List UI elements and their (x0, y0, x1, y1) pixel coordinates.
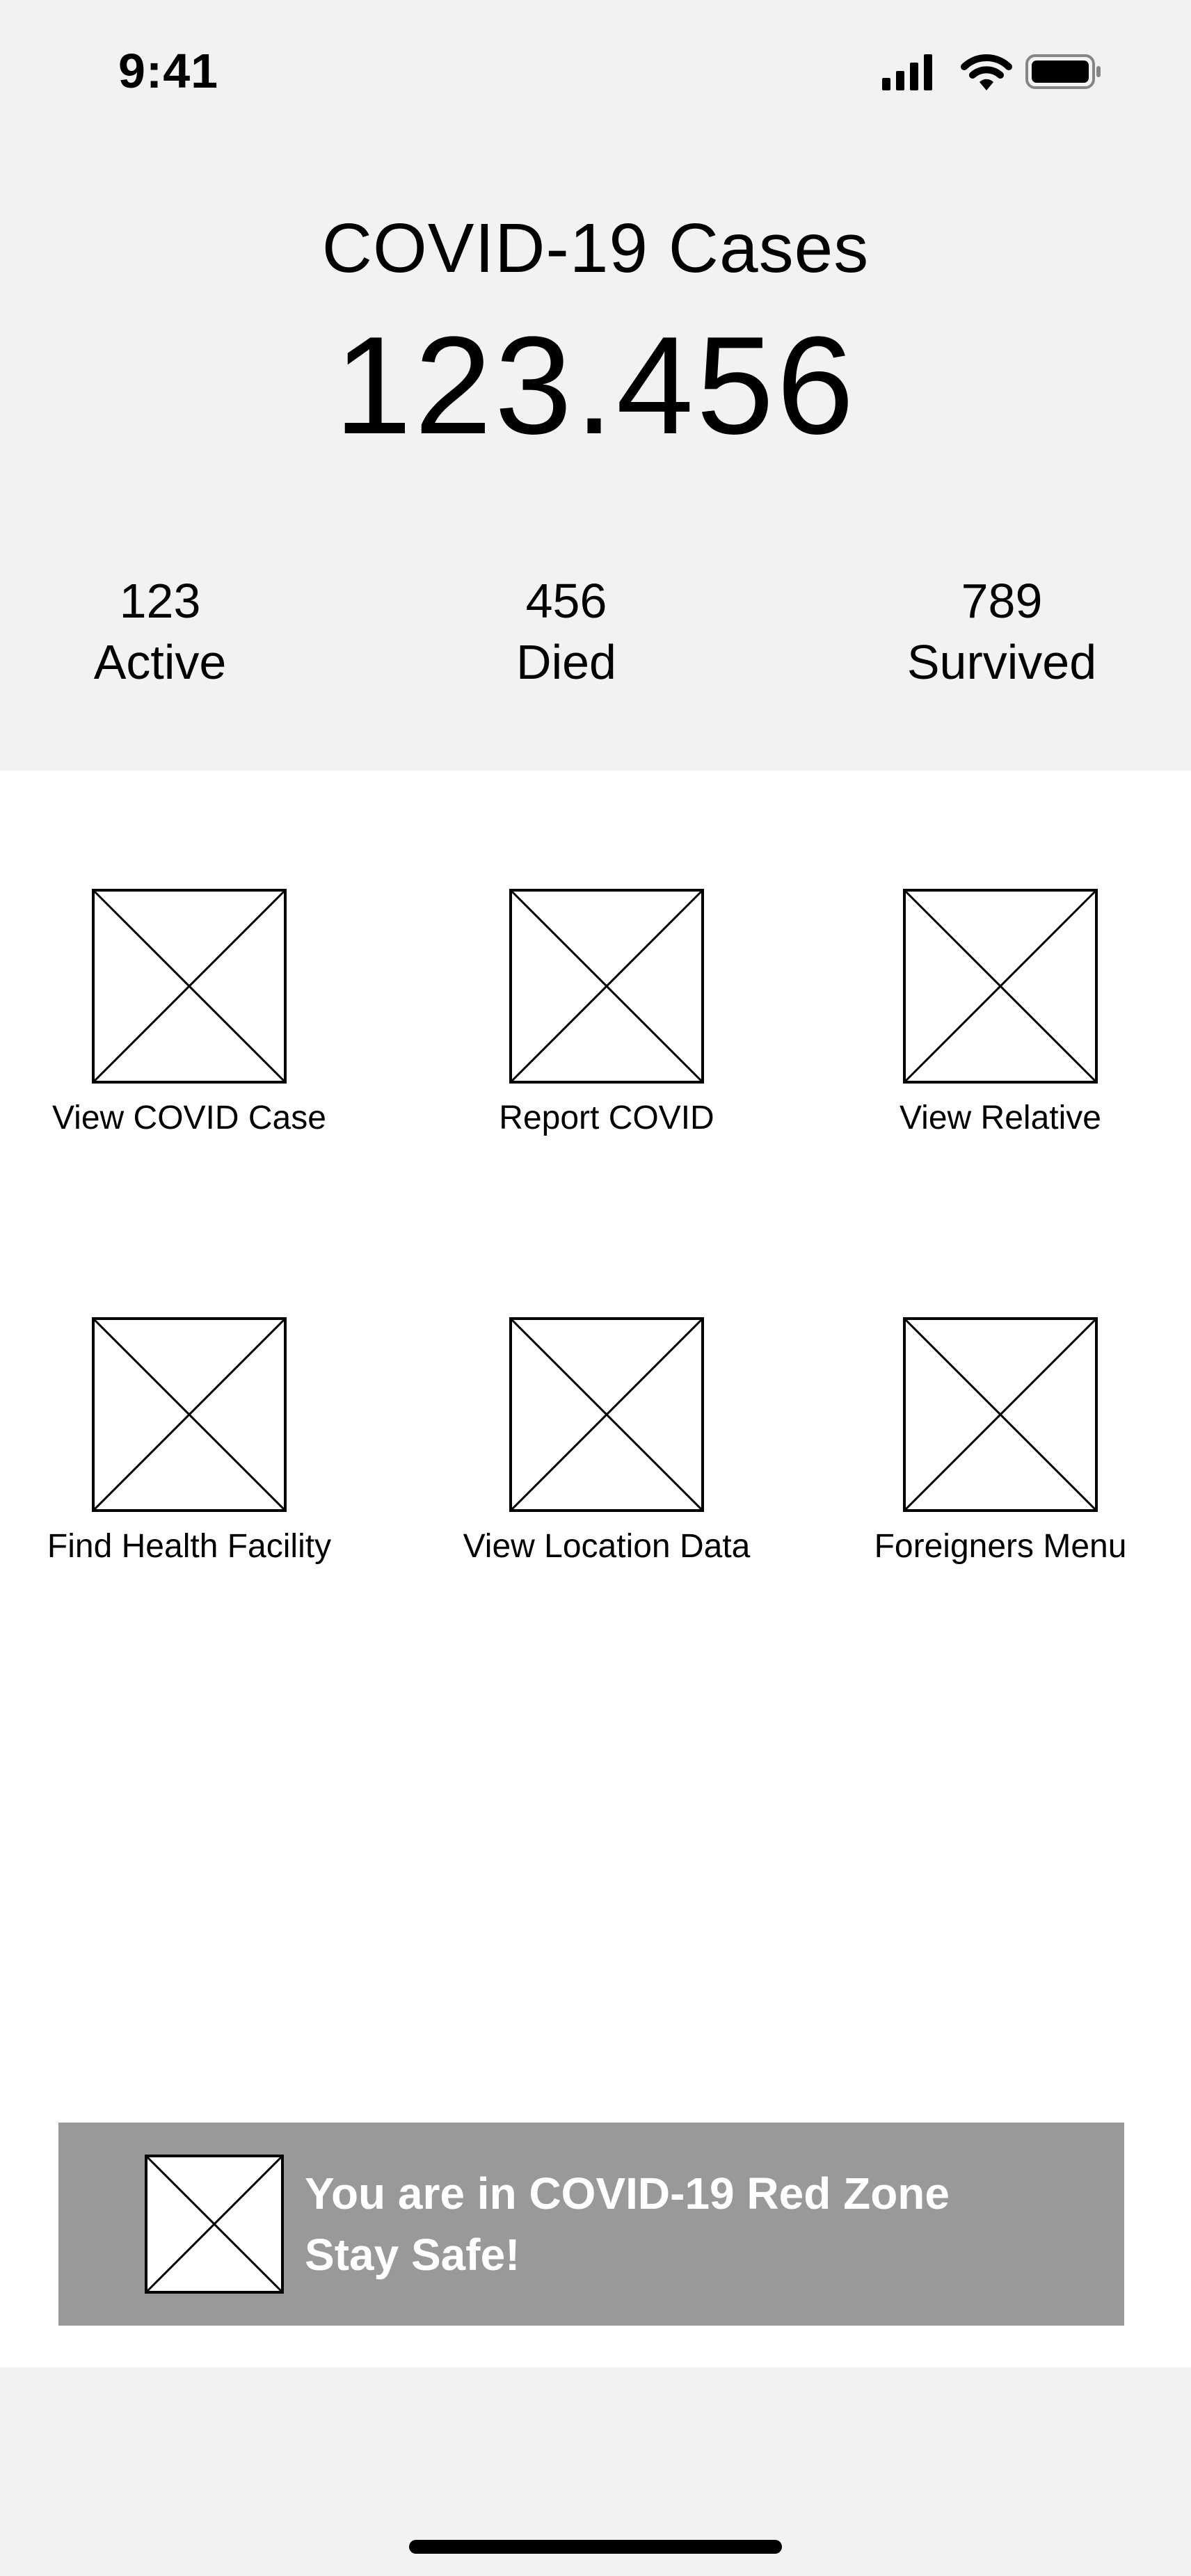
menu-label: View COVID Case (52, 1100, 326, 1136)
battery-icon (1025, 54, 1101, 89)
stat-died: 456 Died (420, 570, 712, 693)
stat-survived: 789 Survived (856, 570, 1148, 693)
menu-label: Foreigners Menu (874, 1528, 1127, 1565)
stat-died-label: Died (516, 635, 616, 689)
menu-view-relative[interactable]: View Relative (833, 889, 1167, 1137)
menu-foreigners-menu[interactable]: Foreigners Menu (833, 1317, 1167, 1565)
cellular-signal-icon (882, 54, 932, 90)
status-bar-icons (882, 54, 1101, 90)
image-placeholder-icon (903, 1317, 1098, 1512)
image-placeholder-icon (145, 2155, 284, 2294)
menu-label: View Relative (900, 1100, 1101, 1136)
cases-title: COVID-19 Cases (321, 209, 870, 287)
image-placeholder-icon (92, 889, 287, 1084)
menu-find-health-facility[interactable]: Find Health Facility (22, 1317, 356, 1565)
menu-report-covid[interactable]: Report COVID (440, 889, 774, 1137)
menu-view-covid-case[interactable]: View COVID Case (22, 889, 356, 1137)
alert-line-zone: You are in COVID-19 Red Zone (305, 2168, 950, 2219)
image-placeholder-icon (92, 1317, 287, 1512)
stat-survived-value: 789 (961, 574, 1043, 628)
menu-label: Find Health Facility (47, 1528, 332, 1565)
alert-message: You are in COVID-19 Red Zone Stay Safe! (305, 2163, 950, 2285)
summary-header: 9:41 COVID-19 Cases 123.456 123 Active 4… (0, 0, 1191, 771)
menu-view-location-data[interactable]: View Location Data (440, 1317, 774, 1565)
alert-line-stay-safe: Stay Safe! (305, 2230, 520, 2280)
image-placeholder-icon (903, 889, 1098, 1084)
image-placeholder-icon (509, 1317, 704, 1512)
stat-active-value: 123 (119, 574, 201, 628)
stat-died-value: 456 (525, 574, 607, 628)
app-screen: 9:41 COVID-19 Cases 123.456 123 Active 4… (0, 0, 1191, 2576)
stat-active-label: Active (93, 635, 227, 689)
cases-total-count: 123.456 (334, 308, 857, 463)
red-zone-alert-banner[interactable]: You are in COVID-19 Red Zone Stay Safe! (58, 2123, 1124, 2326)
home-indicator[interactable] (409, 2540, 782, 2554)
stat-active: 123 Active (14, 570, 306, 693)
stat-survived-label: Survived (906, 635, 1097, 689)
image-placeholder-icon (509, 889, 704, 1084)
menu-label: View Location Data (463, 1528, 751, 1565)
status-bar-time: 9:41 (118, 44, 219, 98)
wifi-icon (961, 54, 1012, 90)
menu-label: Report COVID (499, 1100, 714, 1136)
